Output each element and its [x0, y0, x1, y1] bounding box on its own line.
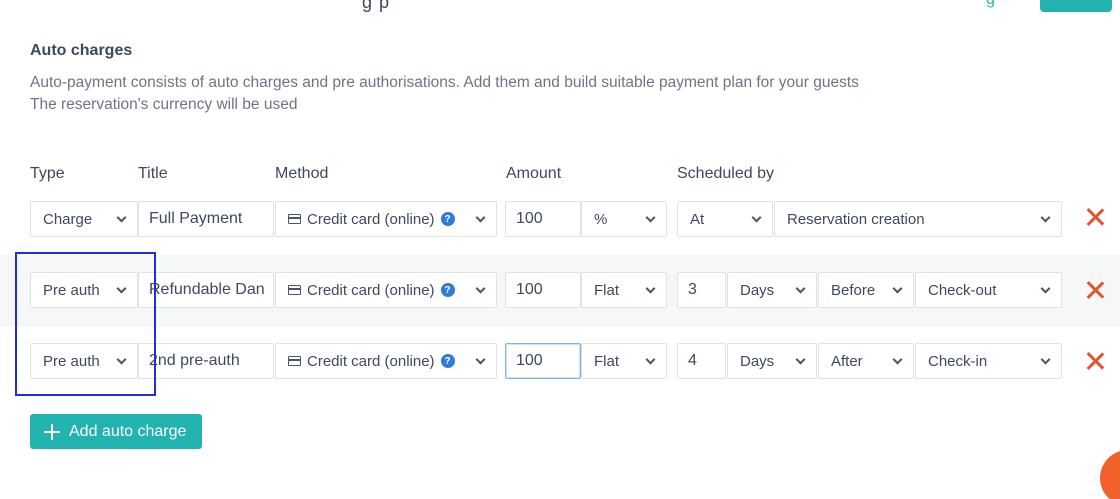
remove-row-button[interactable] [1085, 351, 1105, 371]
chevron-down-icon [751, 212, 762, 223]
chevron-down-icon [645, 212, 656, 223]
chevron-down-icon [892, 354, 903, 365]
credit-card-icon [288, 214, 301, 224]
schedule-period-select[interactable]: Days [727, 272, 817, 308]
method-select-value: Credit card (online) [307, 352, 435, 370]
amount-input[interactable]: 100 [505, 201, 581, 237]
title-input[interactable]: Refundable Dan [138, 272, 274, 308]
column-header-scheduled-by: Scheduled by [677, 165, 774, 182]
chevron-down-icon [475, 212, 486, 223]
schedule-when-value: At [690, 210, 705, 228]
method-select[interactable]: Credit card (online) ? [275, 272, 497, 308]
chevron-down-icon [475, 354, 486, 365]
unit-select-value: Flat [594, 281, 620, 299]
schedule-event-select[interactable]: Check-out [915, 272, 1062, 308]
chevron-down-icon [1040, 283, 1051, 294]
remove-row-button[interactable] [1085, 280, 1105, 300]
chevron-down-icon [1040, 212, 1051, 223]
chevron-down-icon [116, 212, 127, 223]
section-description: Auto-payment consists of auto charges an… [30, 74, 859, 91]
unit-select[interactable]: Flat [581, 343, 667, 379]
header-save-button[interactable] [1040, 0, 1112, 12]
schedule-period-select[interactable]: Days [727, 343, 817, 379]
amount-input[interactable]: 100 [505, 272, 581, 308]
type-select-value: Charge [43, 210, 93, 228]
title-input-value: 2nd pre-auth [149, 352, 240, 369]
annotation-highlight-box [15, 252, 156, 396]
unit-select[interactable]: Flat [581, 272, 667, 308]
schedule-event-value: Check-in [928, 352, 988, 370]
chevron-down-icon [795, 283, 806, 294]
page-heading-fragment: g p [362, 0, 391, 12]
column-header-type: Type [30, 165, 65, 182]
chevron-down-icon [795, 354, 806, 365]
schedule-count-value: 3 [688, 281, 697, 298]
credit-card-icon [288, 356, 301, 366]
schedule-event-value: Check-out [928, 281, 997, 299]
schedule-period-value: Days [740, 281, 775, 299]
credit-card-icon [288, 285, 301, 295]
chevron-down-icon [892, 283, 903, 294]
method-select[interactable]: Credit card (online) ? [275, 343, 497, 379]
method-select-value: Credit card (online) [307, 210, 435, 228]
amount-input-value: 100 [516, 210, 543, 227]
remove-row-button[interactable] [1085, 207, 1105, 227]
title-input-value: Full Payment [149, 210, 243, 227]
method-select[interactable]: Credit card (online) ? [275, 201, 497, 237]
chevron-down-icon [645, 283, 656, 294]
currency-note: The reservation's currency will be used [30, 96, 298, 113]
add-auto-charge-button[interactable]: Add auto charge [30, 414, 202, 449]
chevron-down-icon [475, 283, 486, 294]
help-icon[interactable]: ? [440, 354, 455, 368]
chat-widget-button[interactable] [1100, 450, 1120, 499]
schedule-when-select[interactable]: At [677, 201, 773, 237]
schedule-relation-value: Before [831, 281, 876, 299]
schedule-period-value: Days [740, 352, 775, 370]
add-auto-charge-label: Add auto charge [69, 422, 187, 440]
help-icon[interactable]: ? [440, 212, 455, 226]
unit-select-value: Flat [594, 352, 620, 370]
schedule-count-input[interactable]: 4 [677, 343, 726, 379]
header-link-fragment[interactable]: g [986, 0, 995, 9]
type-select[interactable]: Charge [30, 201, 138, 237]
column-header-amount: Amount [506, 165, 562, 182]
schedule-event-value: Reservation creation [787, 210, 925, 228]
chevron-down-icon [1040, 354, 1051, 365]
title-input[interactable]: 2nd pre-auth [138, 343, 274, 379]
amount-input-value: 100 [516, 352, 543, 369]
unit-select-value: % [594, 210, 608, 228]
help-icon[interactable]: ? [440, 283, 455, 297]
unit-select[interactable]: % [581, 201, 667, 237]
column-header-method: Method [275, 165, 329, 182]
schedule-relation-select[interactable]: Before [818, 272, 914, 308]
chevron-down-icon [645, 354, 656, 365]
schedule-count-input[interactable]: 3 [677, 272, 726, 308]
schedule-relation-select[interactable]: After [818, 343, 914, 379]
title-input[interactable]: Full Payment [138, 201, 274, 237]
section-title: Auto charges [30, 42, 133, 59]
title-input-value: Refundable Dan [149, 281, 265, 298]
plus-icon [44, 423, 60, 440]
schedule-count-value: 4 [688, 352, 697, 369]
method-select-value: Credit card (online) [307, 281, 435, 299]
schedule-event-select[interactable]: Reservation creation [774, 201, 1062, 237]
column-header-title: Title [138, 165, 168, 182]
amount-input[interactable]: 100 [505, 343, 581, 379]
amount-input-value: 100 [516, 281, 543, 298]
schedule-event-select[interactable]: Check-in [915, 343, 1062, 379]
schedule-relation-value: After [831, 352, 863, 370]
